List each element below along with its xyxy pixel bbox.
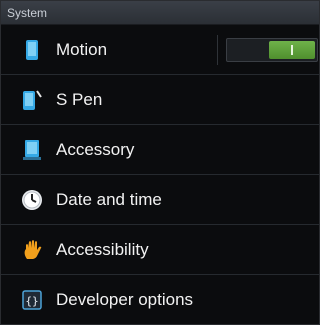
settings-list: Motion S Pen Accessory Date and time Acc… (1, 25, 319, 325)
accessory-icon (21, 139, 43, 161)
s-pen-icon (21, 89, 43, 111)
toggle-divider (217, 35, 218, 65)
settings-item-accessibility[interactable]: Accessibility (1, 225, 319, 275)
motion-toggle-switch[interactable] (226, 38, 318, 62)
settings-item-label: Accessory (56, 139, 135, 159)
settings-item-label: Date and time (56, 189, 162, 209)
settings-item-s-pen[interactable]: S Pen (1, 75, 319, 125)
settings-item-motion[interactable]: Motion (1, 25, 319, 75)
settings-screen: System Motion S Pen Accessory Date and t… (0, 0, 320, 325)
toggle-thumb-on (269, 41, 315, 59)
settings-item-label: Accessibility (56, 239, 149, 259)
svg-text:{}: {} (25, 295, 38, 308)
settings-item-accessory[interactable]: Accessory (1, 125, 319, 175)
settings-item-label: Motion (56, 39, 108, 59)
settings-item-label: S Pen (56, 89, 103, 109)
toggle-on-mark (291, 45, 293, 55)
section-header-system: System (1, 1, 319, 25)
hand-icon (21, 239, 43, 261)
phone-motion-icon (21, 39, 43, 61)
settings-item-label: Developer options (56, 290, 194, 309)
settings-item-date-and-time[interactable]: Date and time (1, 175, 319, 225)
clock-icon (21, 189, 43, 211)
settings-item-developer-options[interactable]: {} Developer options (1, 275, 319, 325)
braces-icon: {} (21, 289, 43, 311)
